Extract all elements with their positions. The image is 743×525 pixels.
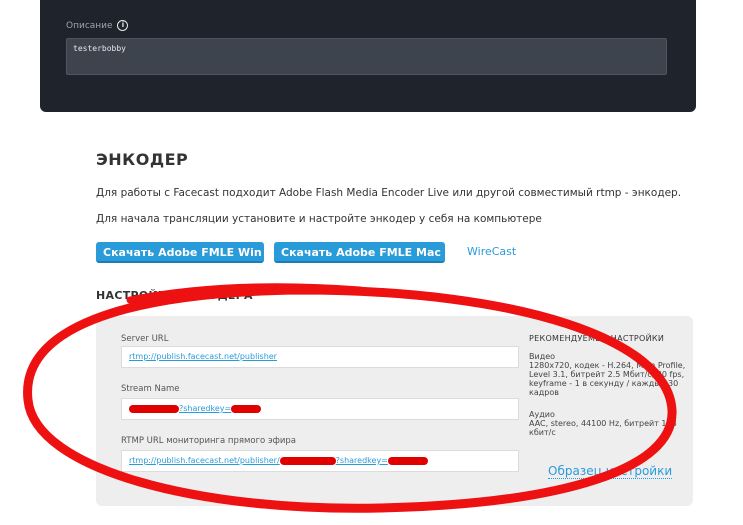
- recommended-settings-title: РЕКОМЕНДУЕМЫЕ НАСТРОЙКИ: [529, 334, 665, 343]
- encoder-description-line1: Для работы с Facecast подходит Adobe Fla…: [96, 187, 682, 199]
- video-label: Видео: [529, 352, 556, 361]
- redaction-mark: [129, 404, 179, 413]
- redaction-mark: [231, 404, 262, 413]
- server-url-field[interactable]: rtmp://publish.facecast.net/publisher: [121, 346, 519, 368]
- stream-name-label: Stream Name: [121, 384, 180, 394]
- monitor-url-mid[interactable]: ?sharedkey=: [336, 456, 388, 465]
- encoder-settings-title: НАСТРОЙКИ ЭНКОДЕРА: [96, 289, 253, 302]
- monitor-url-field[interactable]: rtmp://publish.facecast.net/publisher/ ?s…: [121, 450, 519, 472]
- redaction-mark: [387, 456, 428, 465]
- redaction-mark: [279, 456, 336, 465]
- info-icon[interactable]: i: [117, 20, 129, 31]
- download-fmle-win-button[interactable]: Скачать Adobe FMLE Win: [96, 242, 264, 263]
- description-value: testerbobby: [73, 44, 126, 53]
- video-settings-text: 1280x720, кодек - H.264, Main Profile, L…: [529, 361, 686, 397]
- wirecast-link[interactable]: WireCast: [467, 245, 516, 258]
- server-url-label: Server URL: [121, 334, 169, 344]
- encoder-description-line2: Для начала трансляции установите и настр…: [96, 213, 542, 225]
- audio-label: Аудио: [529, 410, 555, 419]
- encoder-title: ЭНКОДЕР: [96, 150, 189, 169]
- description-label: Описание: [66, 21, 113, 31]
- monitor-url-prefix[interactable]: rtmp://publish.facecast.net/publisher/: [129, 456, 280, 465]
- server-url-value[interactable]: rtmp://publish.facecast.net/publisher: [129, 352, 277, 361]
- download-fmle-mac-button[interactable]: Скачать Adobe FMLE Mac: [274, 242, 445, 263]
- stream-name-suffix[interactable]: ?sharedkey=: [179, 404, 231, 413]
- audio-settings-text: AAC, stereo, 44100 Hz, битрейт 128 кбит/…: [529, 419, 677, 437]
- description-field[interactable]: testerbobby: [66, 38, 667, 75]
- sample-settings-link[interactable]: Образец настройки: [548, 464, 673, 479]
- description-label-row: Описание i: [66, 20, 129, 31]
- stream-name-field[interactable]: ?sharedkey=: [121, 398, 519, 420]
- monitor-url-label: RTMP URL мониторинга прямого эфира: [121, 436, 297, 446]
